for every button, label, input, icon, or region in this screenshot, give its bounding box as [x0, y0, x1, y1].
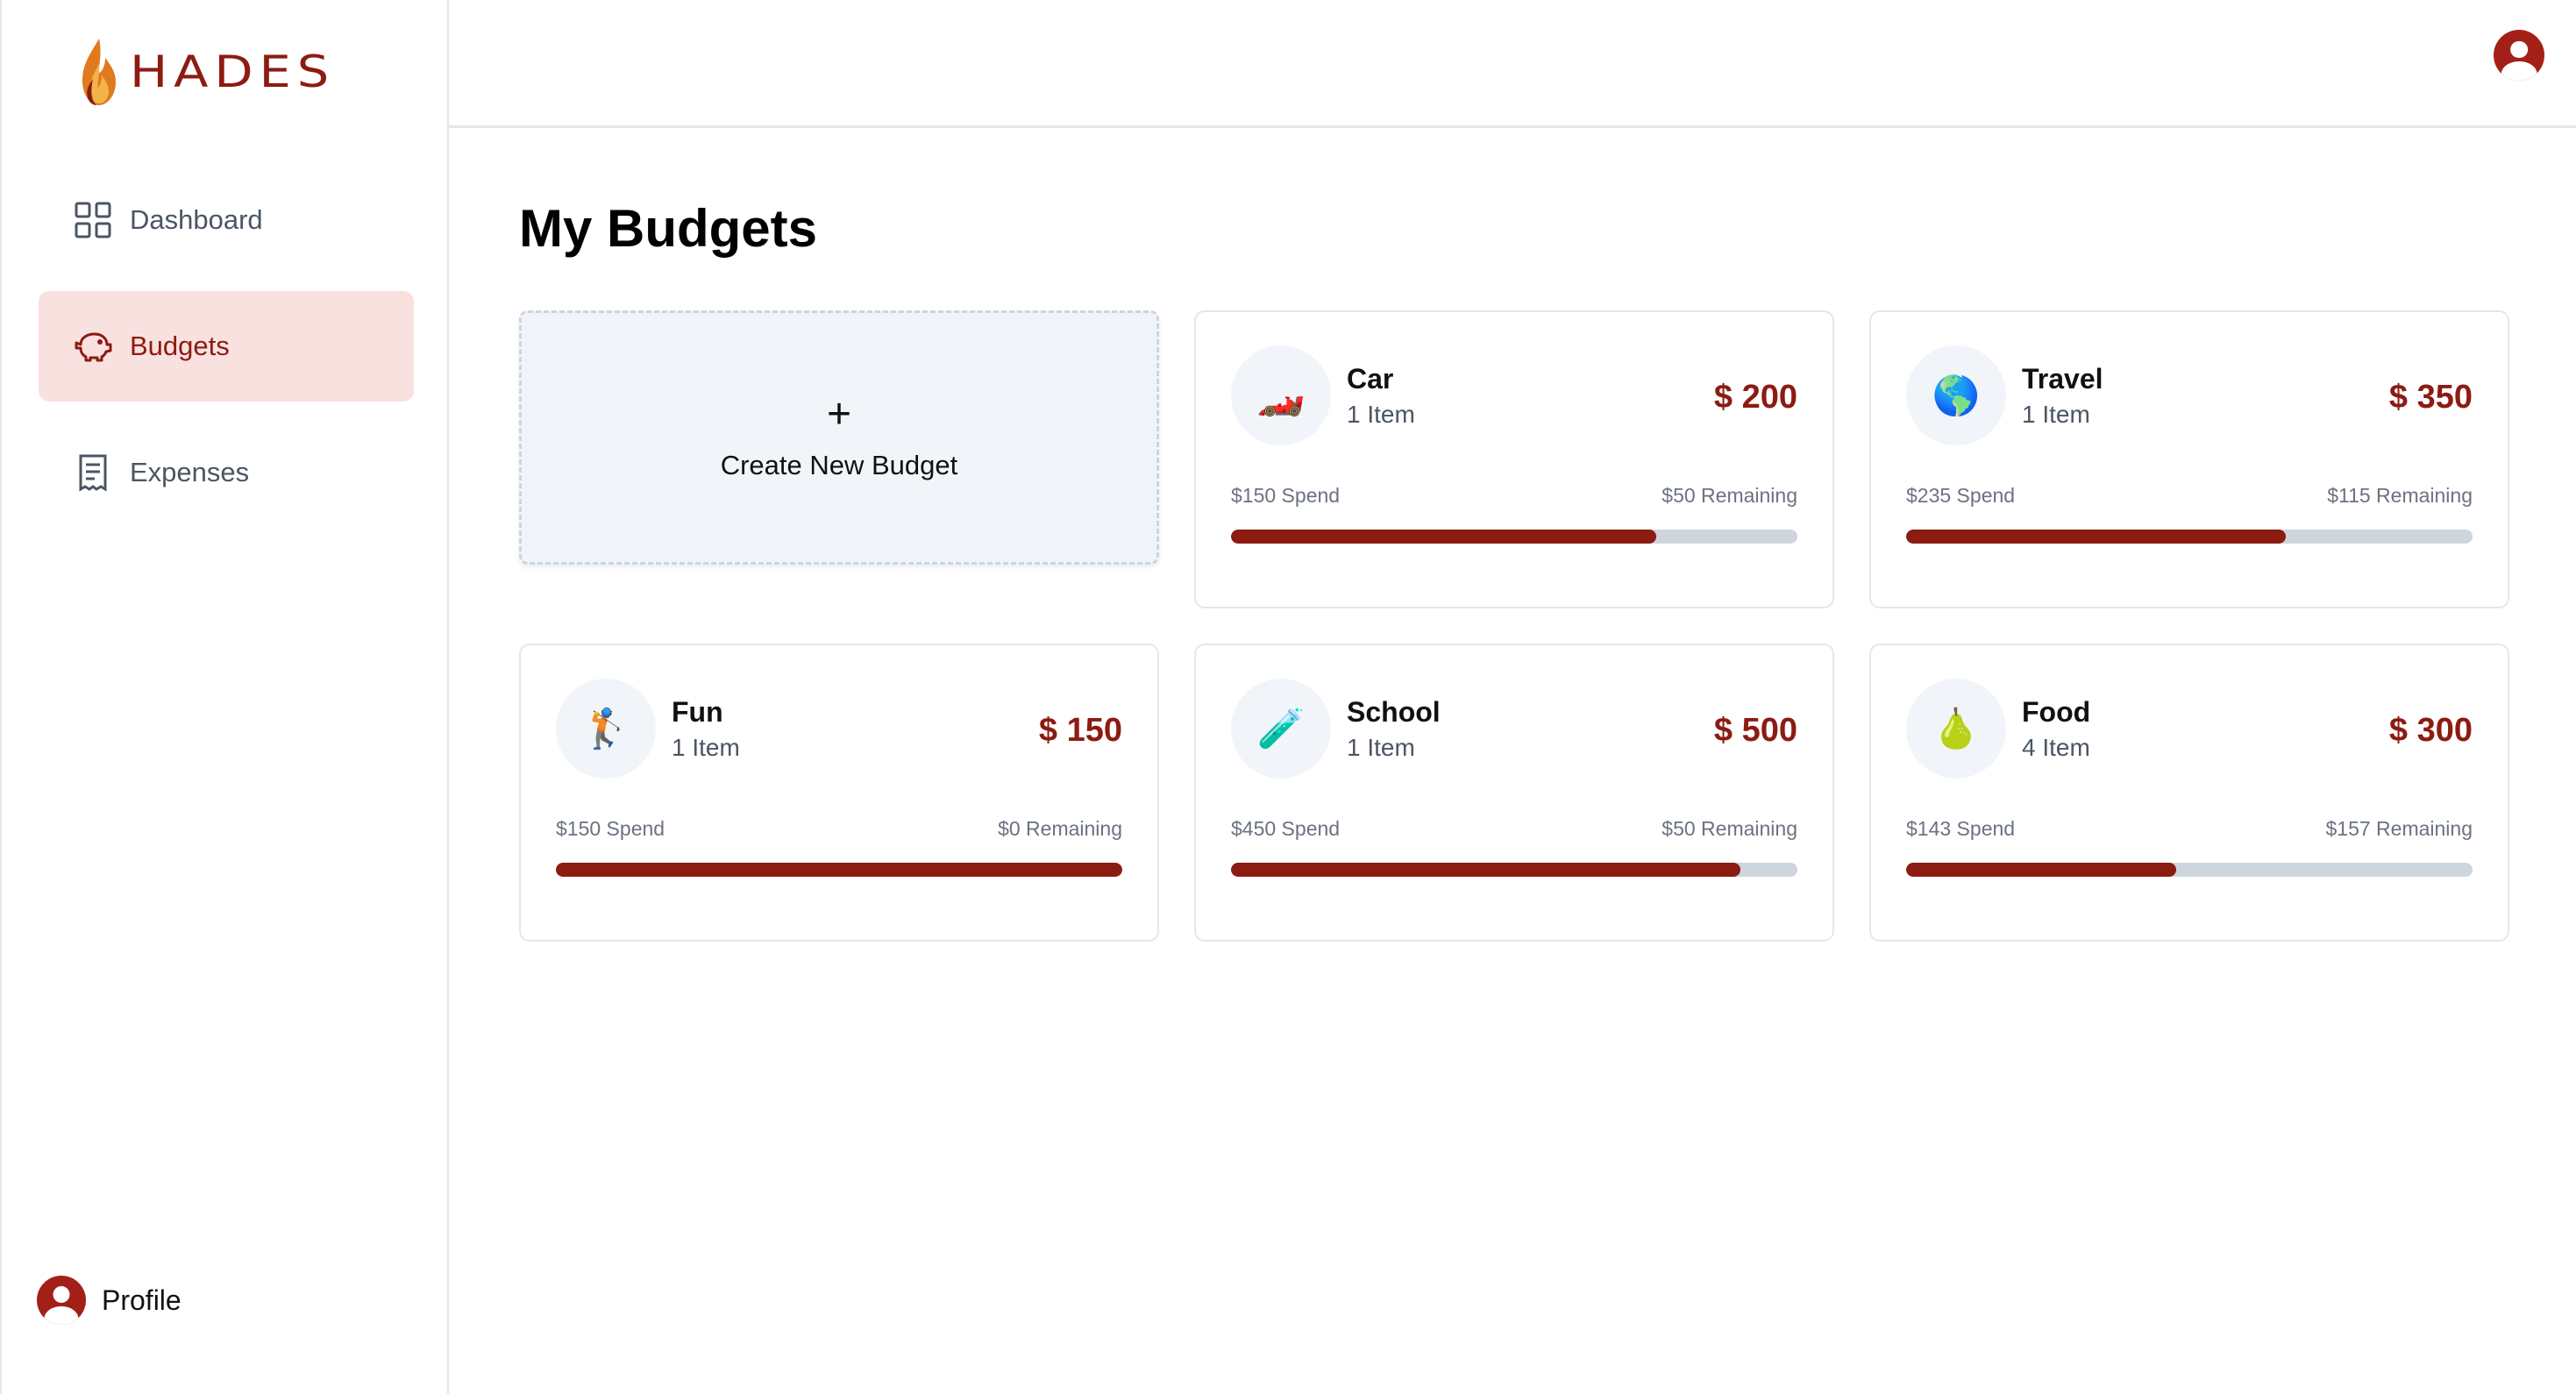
progress-fill: [1906, 530, 2287, 544]
main-content: My Budgets + Create New Budget 🏎️ Car 1 …: [519, 128, 2509, 942]
progress-track: [556, 863, 1122, 877]
sidebar-item-label: Budgets: [130, 331, 230, 361]
budget-item-count: 1 Item: [1347, 400, 1415, 428]
sidebar-item-expenses[interactable]: Expenses: [39, 417, 414, 528]
budget-spend: $143 Spend: [1906, 817, 2016, 840]
budget-remaining: $50 Remaining: [1662, 484, 1797, 507]
piggy-bank-icon: [74, 327, 112, 366]
budget-item-count: 1 Item: [2022, 400, 2090, 428]
budget-remaining: $50 Remaining: [1662, 817, 1797, 840]
avatar-icon: [37, 1276, 86, 1325]
budget-card-food[interactable]: 🍐 Food 4 Item $ 300 $143 Spend $157 Rema…: [1869, 644, 2509, 942]
budget-item-count: 1 Item: [1347, 733, 1415, 761]
sidebar-nav: Dashboard Budgets Expenses: [39, 165, 414, 544]
brand-name: HADES: [130, 46, 336, 97]
budget-amount: $ 350: [2388, 379, 2473, 416]
progress-track: [1231, 863, 1797, 877]
budget-card-fun[interactable]: 🏌️ Fun 1 Item $ 150 $150 Spend $0 Remain…: [519, 644, 1159, 942]
golfer-icon: 🏌️: [556, 679, 656, 779]
budget-amount: $ 500: [1713, 712, 1797, 749]
budget-item-count: 1 Item: [672, 733, 740, 761]
progress-track: [1231, 530, 1797, 544]
budget-grid: + Create New Budget 🏎️ Car 1 Item $ 200 …: [519, 310, 2509, 942]
top-bar: [449, 0, 2576, 128]
car-icon: 🏎️: [1231, 345, 1331, 445]
profile-link[interactable]: Profile: [37, 1276, 181, 1325]
globe-icon: 🌎: [1906, 345, 2006, 445]
dashboard-grid-icon: [74, 201, 112, 239]
plus-icon: +: [826, 391, 852, 437]
profile-label: Profile: [102, 1284, 181, 1316]
progress-fill: [1231, 530, 1656, 544]
budget-name: School: [1347, 695, 1441, 728]
progress-track: [1906, 530, 2473, 544]
progress-fill: [1231, 863, 1741, 877]
budget-remaining: $0 Remaining: [998, 817, 1122, 840]
budget-card-car[interactable]: 🏎️ Car 1 Item $ 200 $150 Spend $50 Remai…: [1194, 310, 1834, 608]
progress-fill: [556, 863, 1122, 877]
budget-name: Travel: [2022, 362, 2103, 395]
sidebar-item-dashboard[interactable]: Dashboard: [39, 165, 414, 275]
budget-name: Fun: [672, 695, 723, 728]
budget-item-count: 4 Item: [2022, 733, 2090, 761]
create-budget-button[interactable]: + Create New Budget: [519, 310, 1159, 565]
budget-amount: $ 200: [1713, 379, 1797, 416]
budget-spend: $235 Spend: [1906, 484, 2016, 507]
test-tube-icon: 🧪: [1231, 679, 1331, 779]
budget-name: Car: [1347, 362, 1394, 395]
progress-track: [1906, 863, 2473, 877]
sidebar-item-label: Expenses: [130, 457, 250, 487]
budget-card-travel[interactable]: 🌎 Travel 1 Item $ 350 $235 Spend $115 Re…: [1869, 310, 2509, 608]
budget-amount: $ 150: [1038, 712, 1122, 749]
budget-spend: $450 Spend: [1231, 817, 1341, 840]
budget-remaining: $115 Remaining: [2327, 484, 2473, 507]
budget-spend: $150 Spend: [1231, 484, 1341, 507]
receipt-icon: [74, 453, 112, 492]
budget-amount: $ 300: [2388, 712, 2473, 749]
budget-spend: $150 Spend: [556, 817, 665, 840]
pear-icon: 🍐: [1906, 679, 2006, 779]
budget-name: Food: [2022, 695, 2091, 728]
budget-remaining: $157 Remaining: [2325, 817, 2473, 840]
sidebar-item-budgets[interactable]: Budgets: [39, 291, 414, 402]
user-avatar-icon[interactable]: [2494, 30, 2544, 81]
sidebar-item-label: Dashboard: [130, 204, 263, 235]
budget-card-school[interactable]: 🧪 School 1 Item $ 500 $450 Spend $50 Rem…: [1194, 644, 1834, 942]
progress-fill: [1906, 863, 2177, 877]
hades-logo[interactable]: HADES: [75, 37, 329, 107]
create-budget-label: Create New Budget: [720, 450, 958, 480]
page-title: My Budgets: [519, 199, 818, 258]
flame-icon: [82, 39, 116, 105]
sidebar: HADES Dashboard Budgets Expenses Profile: [0, 0, 449, 1394]
